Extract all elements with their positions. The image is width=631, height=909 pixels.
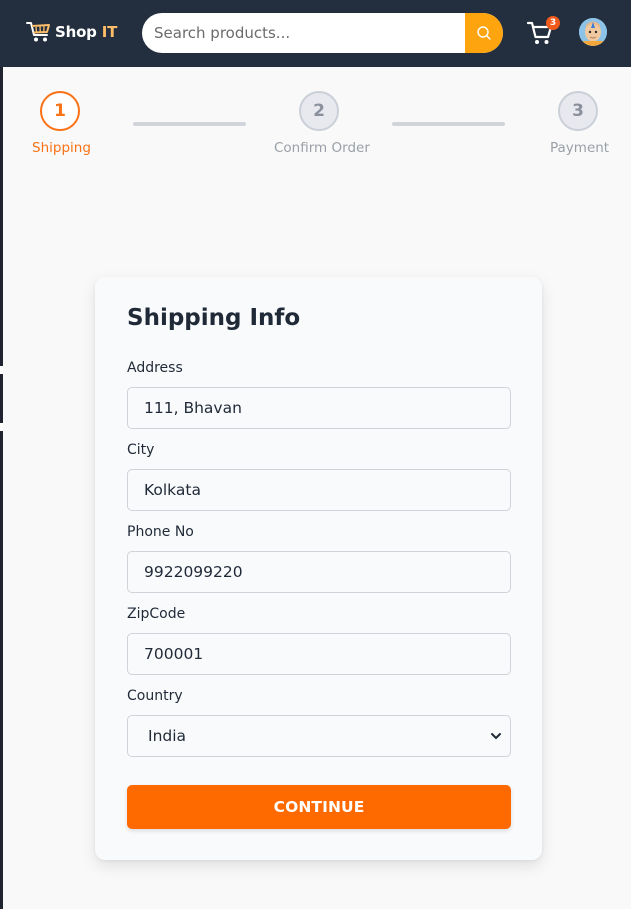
avatar-image [579, 18, 607, 46]
zipcode-field[interactable] [127, 633, 511, 675]
search-button[interactable] [465, 13, 503, 53]
shopping-cart-logo-icon [26, 22, 50, 42]
step-3-circle: 3 [558, 91, 598, 131]
address-field[interactable] [127, 387, 511, 429]
step-connector-2 [392, 122, 505, 126]
search-bar [142, 13, 503, 53]
form-title: Shipping Info [127, 305, 301, 331]
country-select-value: India [148, 727, 187, 745]
phone-field[interactable] [127, 551, 511, 593]
step-1-label[interactable]: Shipping [32, 140, 91, 156]
search-icon [477, 26, 491, 40]
address-label: Address [127, 360, 183, 376]
step-3-label: Payment [550, 140, 610, 156]
window-edge [0, 0, 3, 909]
step-2-label: Confirm Order [274, 140, 370, 156]
logo-text-accent: IT [101, 23, 118, 41]
search-input[interactable] [142, 13, 465, 53]
step-1-circle[interactable]: 1 [40, 91, 80, 131]
chevron-down-icon [491, 733, 501, 739]
country-label: Country [127, 688, 183, 704]
cart-count-badge: 3 [546, 16, 560, 30]
country-select[interactable]: India [127, 715, 511, 757]
logo-text-main: Shop [55, 23, 97, 41]
continue-button[interactable]: CONTINUE [127, 785, 511, 829]
step-2-circle: 2 [299, 91, 339, 131]
zipcode-label: ZipCode [127, 606, 186, 622]
shipping-info-form: Shipping Info Address City Phone No ZipC… [95, 277, 542, 860]
city-label: City [127, 442, 155, 458]
user-avatar[interactable] [579, 18, 607, 46]
city-field[interactable] [127, 469, 511, 511]
phone-label: Phone No [127, 524, 194, 540]
logo[interactable]: Shop IT [26, 20, 117, 44]
navbar: Shop IT 3 [0, 0, 631, 67]
logo-text: Shop IT [55, 23, 117, 41]
step-connector-1 [133, 122, 246, 126]
